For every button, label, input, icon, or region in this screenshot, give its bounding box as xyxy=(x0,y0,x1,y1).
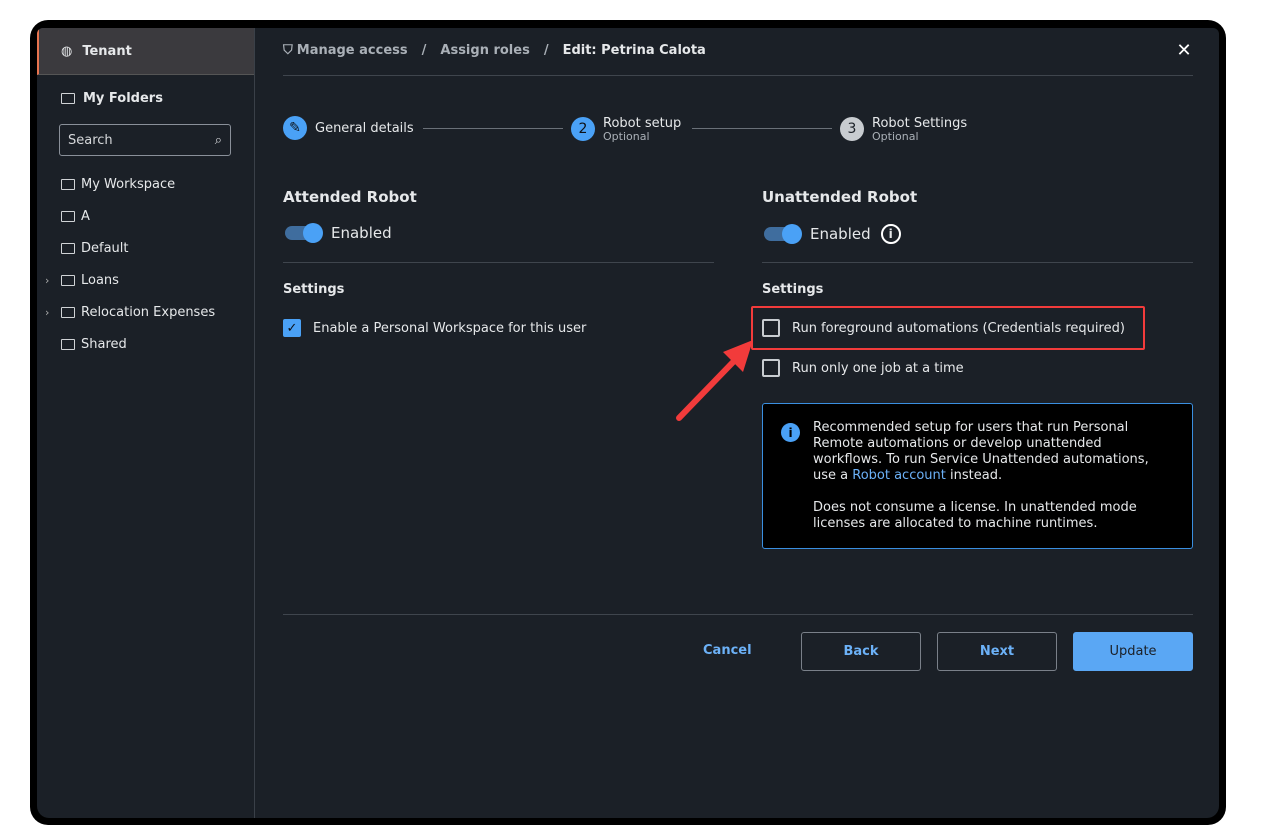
step-robot-settings[interactable]: 3 Robot Settings Optional xyxy=(840,116,967,142)
personal-workspace-checkbox[interactable]: ✓ Enable a Personal Workspace for this us… xyxy=(283,319,586,337)
step-label: Robot Settings xyxy=(872,116,968,131)
folder-icon xyxy=(61,210,75,222)
info-license-text: Does not consume a license. In unattende… xyxy=(813,500,1137,531)
step-connector xyxy=(692,128,832,129)
chevron-right-icon[interactable]: › xyxy=(45,306,49,319)
update-button[interactable]: Update xyxy=(1073,632,1193,671)
attended-toggle[interactable]: Enabled xyxy=(285,223,392,243)
search-placeholder: Search xyxy=(68,132,113,148)
step-robot-setup[interactable]: 2 Robot setup Optional xyxy=(571,116,681,142)
step-label: General details xyxy=(315,120,414,136)
step-connector xyxy=(423,128,563,129)
sidebar: ◍ Tenant My Folders Search ⌕ My Workspace … xyxy=(37,28,255,818)
info-text: Recommended setup for users that run Per… xyxy=(813,420,1172,484)
cancel-button[interactable]: Cancel xyxy=(703,643,752,658)
folder-icon xyxy=(61,274,75,286)
info-box: i Recommended setup for users that run P… xyxy=(762,403,1193,549)
unattended-title: Unattended Robot xyxy=(762,188,918,206)
folder-a[interactable]: A xyxy=(37,200,254,232)
divider xyxy=(283,614,1193,615)
back-button[interactable]: Back xyxy=(801,632,921,671)
foreground-automations-checkbox[interactable]: Run foreground automations (Credentials … xyxy=(762,319,1125,337)
folder-icon xyxy=(61,306,75,318)
divider xyxy=(283,75,1193,76)
one-job-checkbox[interactable]: Run only one job at a time xyxy=(762,359,964,377)
app: ◍ Tenant My Folders Search ⌕ My Workspace … xyxy=(37,28,1219,818)
folder-label: Loans xyxy=(81,272,119,288)
search-icon[interactable]: ⌕ xyxy=(215,133,222,148)
my-folders-label: My Folders xyxy=(83,91,163,106)
folder-icon xyxy=(61,178,75,190)
unattended-settings-title: Settings xyxy=(762,282,824,297)
tenant-label: Tenant xyxy=(82,43,132,59)
step-general-details[interactable]: ✎ General details xyxy=(283,116,414,140)
breadcrumb-separator: / xyxy=(421,43,427,58)
folder-icon xyxy=(61,242,75,254)
pencil-icon: ✎ xyxy=(283,116,307,140)
info-icon: i xyxy=(781,423,800,442)
info-icon[interactable]: i xyxy=(880,224,901,244)
folder-relocation-expenses[interactable]: › Relocation Expenses xyxy=(37,296,254,328)
breadcrumb-current: Edit: Petrina Calota xyxy=(562,43,706,58)
step-label: Robot setup xyxy=(603,116,682,131)
chevron-right-icon[interactable]: › xyxy=(45,274,49,287)
robot-account-link[interactable]: Robot account xyxy=(852,468,946,483)
stepper: ✎ General details 2 Robot setup Optional 3R… xyxy=(283,116,973,142)
divider xyxy=(283,262,714,263)
folder-loans[interactable]: › Loans xyxy=(37,264,254,296)
shield-icon: ⛉ xyxy=(283,43,293,58)
checkmark-icon: ✓ xyxy=(283,319,301,337)
my-folders-header: My Folders xyxy=(61,91,163,106)
checkbox-label: Run foreground automations (Credentials … xyxy=(792,320,1125,336)
unattended-toggle[interactable]: Enabled i xyxy=(764,224,901,244)
breadcrumb: ⛉ Manage access / Assign roles / Edit: P… xyxy=(283,43,706,58)
breadcrumb-assign-roles[interactable]: Assign roles xyxy=(440,43,529,58)
step-sub: Optional xyxy=(603,130,650,143)
step-number: 2 xyxy=(571,117,595,141)
folder-default[interactable]: Default xyxy=(37,232,254,264)
attended-title: Attended Robot xyxy=(283,188,417,206)
folder-label: Shared xyxy=(81,336,127,352)
tenant-item[interactable]: ◍ Tenant xyxy=(37,28,254,75)
breadcrumb-manage-access[interactable]: Manage access xyxy=(297,43,408,58)
toggle-label: Enabled xyxy=(810,225,871,243)
step-sub: Optional xyxy=(872,130,919,143)
folder-my-workspace[interactable]: My Workspace xyxy=(37,168,254,200)
main-panel: ⛉ Manage access / Assign roles / Edit: P… xyxy=(283,28,1193,818)
search-input[interactable]: Search ⌕ xyxy=(59,124,231,156)
folder-label: Relocation Expenses xyxy=(81,304,216,320)
folder-icon xyxy=(61,338,75,350)
globe-icon: ◍ xyxy=(61,43,73,59)
folder-shared[interactable]: Shared xyxy=(37,328,254,360)
red-arrow-annotation xyxy=(676,340,753,421)
step-number: 3 xyxy=(840,117,864,141)
close-icon[interactable]: ✕ xyxy=(1175,40,1193,61)
next-button[interactable]: Next xyxy=(937,632,1057,671)
breadcrumb-separator: / xyxy=(543,43,549,58)
toggle-label: Enabled xyxy=(331,224,392,242)
attended-settings-title: Settings xyxy=(283,282,345,297)
checkbox-label: Enable a Personal Workspace for this use… xyxy=(313,320,587,336)
folder-label: A xyxy=(81,208,90,224)
folder-label: Default xyxy=(81,240,129,256)
folder-tree: My Workspace A Default › Loans › Relocatio… xyxy=(37,168,254,360)
folder-label: My Workspace xyxy=(81,176,176,192)
folder-icon xyxy=(61,93,75,104)
checkbox-label: Run only one job at a time xyxy=(792,360,964,376)
info-text-2: instead. xyxy=(945,468,1003,483)
divider xyxy=(762,262,1193,263)
